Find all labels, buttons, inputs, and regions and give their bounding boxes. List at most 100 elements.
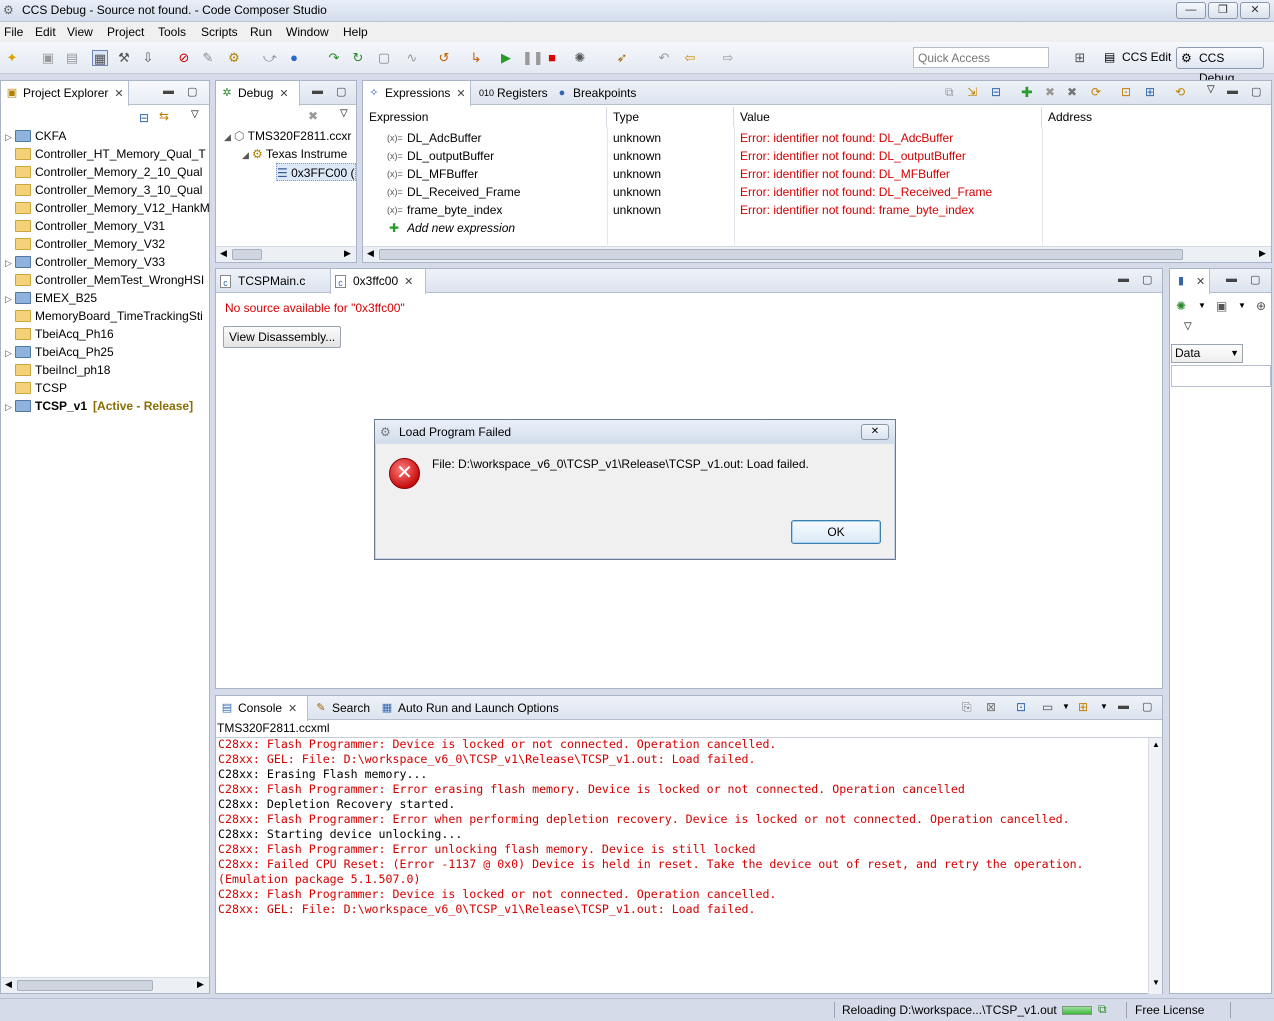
project-tree-item[interactable]: ▷ Controller_Memory_V33 <box>5 253 209 271</box>
project-tree-item[interactable]: Controller_Memory_3_10_Qual <box>5 181 209 199</box>
step-icon[interactable]: ⤻ <box>262 50 278 66</box>
progress-view-icon[interactable]: ⧉ <box>1098 1002 1107 1017</box>
open-console-icon[interactable]: ⊞ <box>1078 700 1088 714</box>
remove-icon[interactable]: ✖ <box>1045 85 1055 99</box>
suspend-icon[interactable]: ❚❚ <box>522 50 544 66</box>
view-menu-icon[interactable]: ▽ <box>191 109 199 120</box>
vertical-scrollbar[interactable]: ▲ ▼ <box>1148 738 1162 994</box>
perspective-ccs-debug[interactable]: ⚙ CCS Debug <box>1176 47 1264 85</box>
clear-console-icon[interactable]: ⎘ <box>962 700 972 715</box>
address-input[interactable] <box>1171 365 1271 387</box>
minimize-icon[interactable]: ▬ <box>1118 273 1129 285</box>
ok-button[interactable]: OK <box>791 520 881 544</box>
menu-project[interactable]: Project <box>107 25 144 39</box>
scroll-left-icon[interactable]: ◀ <box>367 248 374 259</box>
tab-project-explorer[interactable]: ▣ Project Explorer ✕ <box>1 81 129 106</box>
maximize-icon[interactable]: ▢ <box>187 85 197 98</box>
scroll-down-icon[interactable]: ▼ <box>1152 978 1160 987</box>
view-disassembly-button[interactable]: View Disassembly... <box>223 326 342 348</box>
scroll-thumb[interactable] <box>17 980 153 991</box>
cpu-icon[interactable]: ✺ <box>572 50 588 66</box>
add-icon[interactable]: ✚ <box>1021 84 1033 101</box>
view-menu-icon[interactable]: ▽ <box>340 108 348 119</box>
open-perspective-icon[interactable]: ⊞ <box>1072 50 1088 66</box>
resume-icon[interactable]: ▶ <box>498 50 514 66</box>
connect-icon[interactable]: ⚒ <box>116 50 132 66</box>
gear-icon[interactable]: ✺ <box>1176 299 1186 313</box>
remove-all-icon[interactable]: ✖ <box>1067 85 1077 99</box>
project-tree-item[interactable]: ▷ TCSP_v1 [Active - Release] <box>5 397 209 415</box>
project-tree-item[interactable]: Controller_Memory_2_10_Qual <box>5 163 209 181</box>
minimize-button[interactable]: — <box>1176 2 1206 19</box>
project-tree-item[interactable]: TbeiAcq_Ph16 <box>5 325 209 343</box>
minimize-icon[interactable]: ▬ <box>312 85 323 97</box>
expression-row[interactable]: (x)= frame_byte_index unknown Error: identi… <box>363 201 1269 219</box>
tab-expressions[interactable]: ✧ Expressions ✕ <box>363 81 471 106</box>
nav-back-icon[interactable]: ⇦ <box>682 50 698 66</box>
collapse-all-icon[interactable]: ⊟ <box>139 111 149 125</box>
menu-help[interactable]: Help <box>343 25 368 39</box>
link-editor-icon[interactable]: ⇆ <box>159 109 169 123</box>
close-icon[interactable]: ✕ <box>288 697 297 721</box>
dialog-close-button[interactable]: ✕ <box>861 424 889 440</box>
dropdown-icon[interactable]: ▼ <box>1198 301 1206 310</box>
dropdown-icon[interactable]: ▼ <box>1100 702 1108 711</box>
close-window-button[interactable]: ✕ <box>1240 2 1270 19</box>
tab-tcspmain-c[interactable]: c TCSPMain.c <box>216 269 328 293</box>
minimize-icon[interactable]: ▬ <box>1118 700 1129 712</box>
menu-file[interactable]: File <box>4 25 23 39</box>
back-icon[interactable]: ↶ <box>656 50 672 66</box>
dropdown-icon[interactable]: ▼ <box>1238 301 1246 310</box>
menu-edit[interactable]: Edit <box>35 25 56 39</box>
breakpoint-icon[interactable]: ⊘ <box>176 50 192 66</box>
tab-0x3ffc00[interactable]: c 0x3ffc00 ✕ <box>330 269 426 294</box>
project-tree-item[interactable]: Controller_HT_Memory_Qual_T <box>5 145 209 163</box>
pin-icon[interactable]: ⊞ <box>1145 85 1155 99</box>
tab-registers[interactable]: 010 Registers <box>475 81 555 105</box>
tab-auto-run[interactable]: ▦ Auto Run and Launch Options <box>376 696 566 720</box>
maximize-icon[interactable]: ▢ <box>1142 273 1152 286</box>
project-tree-item[interactable]: TbeiIncl_ph18 <box>5 361 209 379</box>
close-icon[interactable]: ✕ <box>404 270 413 294</box>
build-icon[interactable]: ⚙ <box>226 50 242 66</box>
view-menu-icon[interactable]: ▽ <box>1207 84 1215 95</box>
remove-terminated-icon[interactable]: ✖ <box>308 109 318 123</box>
quick-access-input[interactable] <box>913 47 1049 68</box>
collapse-icon[interactable]: ⊟ <box>991 85 1001 99</box>
pin-console-icon[interactable]: ⊡ <box>1016 700 1026 714</box>
scroll-thumb[interactable] <box>379 249 1183 260</box>
expand-icon[interactable]: ▷ <box>5 254 15 271</box>
minimize-icon[interactable]: ▬ <box>1226 273 1237 285</box>
expand-icon[interactable]: ▷ <box>5 344 15 361</box>
tab-memory[interactable]: ▮ ✕ <box>1170 269 1210 294</box>
refresh-icon[interactable]: ↻ <box>350 50 366 66</box>
new-window-icon[interactable]: ⊡ <box>1121 85 1131 99</box>
perspective-ccs-edit[interactable]: ▤ CCS Edit <box>1100 47 1172 69</box>
debug-row-device[interactable]: ◢ ⚙ Texas Instrume <box>242 145 356 163</box>
tab-breakpoints[interactable]: ● Breakpoints <box>551 81 641 105</box>
horizontal-scrollbar[interactable]: ◀ ▶ <box>216 246 356 262</box>
maximize-icon[interactable]: ▢ <box>1142 700 1152 713</box>
project-tree-item[interactable]: Controller_MemTest_WrongHSI <box>5 271 209 289</box>
debug-row-ccxml[interactable]: ◢ ⬡ TMS320F2811.ccxr <box>224 127 356 145</box>
expand-icon[interactable]: ▷ <box>5 398 15 415</box>
add-new-expression-row[interactable]: ✚ Add new expression <box>363 219 1269 237</box>
horizontal-scrollbar[interactable]: ◀ ▶ <box>363 246 1271 262</box>
project-tree-item[interactable]: ▷ TbeiAcq_Ph25 <box>5 343 209 361</box>
scroll-left-icon[interactable]: ◀ <box>220 248 227 259</box>
column-value[interactable]: Value <box>734 107 1042 127</box>
save-all-icon[interactable]: ▤ <box>64 50 80 66</box>
expand-icon[interactable]: ▷ <box>5 128 15 145</box>
restart-icon[interactable]: ↺ <box>436 50 452 66</box>
debug-view-icon[interactable]: ▦ <box>92 50 108 66</box>
close-icon[interactable]: ✕ <box>456 82 465 106</box>
scroll-lock-icon[interactable]: ⊠ <box>986 700 996 714</box>
menu-window[interactable]: Window <box>286 25 329 39</box>
scroll-up-icon[interactable]: ▲ <box>1152 740 1160 749</box>
project-tree-item[interactable]: Controller_Memory_V31 <box>5 217 209 235</box>
step-over-icon[interactable]: ↷ <box>326 50 342 66</box>
scroll-right-icon[interactable]: ▶ <box>197 979 204 990</box>
display-console-icon[interactable]: ▭ <box>1042 700 1053 714</box>
menu-tools[interactable]: Tools <box>158 25 186 39</box>
scroll-thumb[interactable] <box>232 249 262 260</box>
